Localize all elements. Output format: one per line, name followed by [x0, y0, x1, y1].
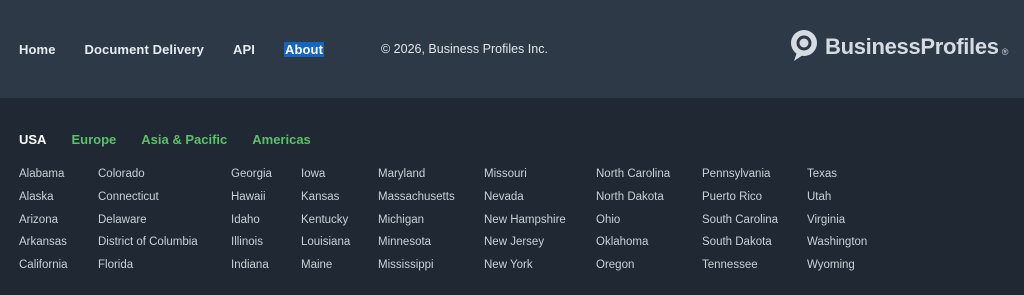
state-link[interactable]: Arkansas [19, 234, 68, 257]
state-link[interactable]: Nevada [484, 189, 566, 212]
state-link[interactable]: South Carolina [702, 212, 778, 235]
state-link[interactable]: Iowa [301, 166, 350, 189]
state-link[interactable]: Missouri [484, 166, 566, 189]
states-column: Georgia Hawaii Idaho Illinois Indiana [231, 166, 272, 280]
state-link[interactable]: Tennessee [702, 257, 778, 280]
state-link[interactable]: Maine [301, 257, 350, 280]
state-link[interactable]: Wyoming [807, 257, 867, 280]
footer-nav: Home Document Delivery API About [19, 41, 353, 58]
state-link[interactable]: Washington [807, 234, 867, 257]
state-link[interactable]: California [19, 257, 68, 280]
state-link[interactable]: Kansas [301, 189, 350, 212]
region-tab-europe[interactable]: Europe [71, 132, 116, 147]
top-bar: Home Document Delivery API About © 2026,… [0, 0, 1024, 98]
state-link[interactable]: Minnesota [378, 234, 455, 257]
state-link[interactable]: New Hampshire [484, 212, 566, 235]
state-link[interactable]: Delaware [98, 212, 198, 235]
state-link[interactable]: Connecticut [98, 189, 198, 212]
state-link[interactable]: Ohio [596, 212, 670, 235]
state-link[interactable]: Alabama [19, 166, 68, 189]
state-link[interactable]: Colorado [98, 166, 198, 189]
states-column: North Carolina North Dakota Ohio Oklahom… [596, 166, 670, 280]
states-column: Alabama Alaska Arizona Arkansas Californ… [19, 166, 68, 280]
state-link[interactable]: Idaho [231, 212, 272, 235]
states-column: Texas Utah Virginia Washington Wyoming [807, 166, 867, 280]
state-link[interactable]: Arizona [19, 212, 68, 235]
state-link[interactable]: New Jersey [484, 234, 566, 257]
state-link[interactable]: Kentucky [301, 212, 350, 235]
region-tabs: USA Europe Asia & Pacific Americas [19, 132, 336, 147]
state-link[interactable]: Maryland [378, 166, 455, 189]
state-link[interactable]: Oregon [596, 257, 670, 280]
state-link[interactable]: Louisiana [301, 234, 350, 257]
nav-about-link[interactable]: About [283, 42, 325, 57]
state-link[interactable]: Pennsylvania [702, 166, 778, 189]
state-link[interactable]: Illinois [231, 234, 272, 257]
state-link[interactable]: Hawaii [231, 189, 272, 212]
logo-icon [788, 28, 820, 67]
registered-mark: ® [1001, 46, 1009, 57]
nav-home-link[interactable]: Home [19, 42, 56, 57]
states-column: Pennsylvania Puerto Rico South Carolina … [702, 166, 778, 280]
states-column: Colorado Connecticut Delaware District o… [98, 166, 198, 280]
region-tab-americas[interactable]: Americas [252, 132, 311, 147]
state-link[interactable]: Georgia [231, 166, 272, 189]
states-column: Missouri Nevada New Hampshire New Jersey… [484, 166, 566, 280]
state-link[interactable]: Michigan [378, 212, 455, 235]
business-profiles-logo[interactable]: BusinessProfiles ® [788, 28, 1009, 67]
state-link[interactable]: Virginia [807, 212, 867, 235]
state-link[interactable]: North Dakota [596, 189, 670, 212]
state-link[interactable]: New York [484, 257, 566, 280]
logo-text: BusinessProfiles [825, 34, 999, 59]
state-link[interactable]: Florida [98, 257, 198, 280]
state-link[interactable]: Utah [807, 189, 867, 212]
nav-document-delivery-link[interactable]: Document Delivery [85, 42, 204, 57]
state-link[interactable]: Indiana [231, 257, 272, 280]
states-list: Alabama Alaska Arizona Arkansas Californ… [0, 166, 1024, 286]
state-link[interactable]: Alaska [19, 189, 68, 212]
state-link[interactable]: Texas [807, 166, 867, 189]
state-link[interactable]: South Dakota [702, 234, 778, 257]
state-link[interactable]: Massachusetts [378, 189, 455, 212]
state-link[interactable]: Puerto Rico [702, 189, 778, 212]
copyright-text: © 2026, Business Profiles Inc. [381, 42, 548, 56]
state-link[interactable]: District of Columbia [98, 234, 198, 257]
state-link[interactable]: Mississippi [378, 257, 455, 280]
states-column: Iowa Kansas Kentucky Louisiana Maine [301, 166, 350, 280]
state-link[interactable]: North Carolina [596, 166, 670, 189]
states-column: Maryland Massachusetts Michigan Minnesot… [378, 166, 455, 280]
nav-api-link[interactable]: API [233, 42, 255, 57]
state-link[interactable]: Oklahoma [596, 234, 670, 257]
region-tab-usa[interactable]: USA [19, 132, 46, 147]
region-tab-asia-pacific[interactable]: Asia & Pacific [141, 132, 227, 147]
